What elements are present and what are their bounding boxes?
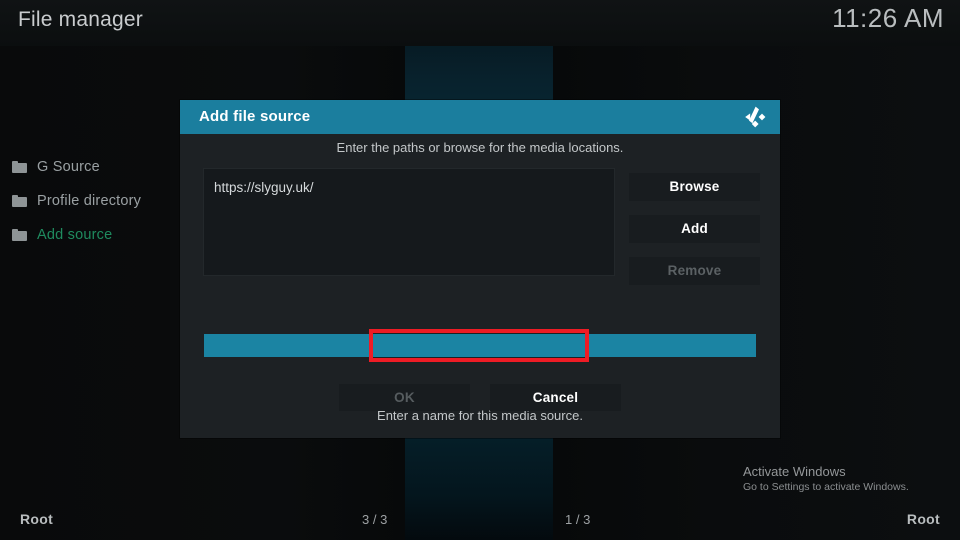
status-left-count: 3 / 3 [362,512,388,527]
paths-hint-label: Enter the paths or browse for the media … [336,140,624,155]
folder-icon [12,161,27,173]
dialog-action-buttons: OK Cancel [180,384,780,411]
status-left-path: Root [20,511,54,527]
ok-button: OK [339,384,470,411]
remove-button: Remove [629,257,760,285]
app-header: File manager 11:26 AM [0,0,960,46]
list-item-label: G Source [37,159,100,175]
dialog-title: Add file source [199,108,311,125]
kodi-file-manager-screen: File manager 11:26 AM G Source Profile d… [0,0,960,540]
list-item-label: Profile directory [37,193,142,209]
watermark-title: Activate Windows [743,464,846,479]
add-file-source-dialog: Add file source Enter the paths or brows… [180,100,780,438]
activate-windows-watermark: Activate Windows Go to Settings to activ… [743,464,943,493]
path-action-buttons: Browse Add Remove [629,173,760,299]
status-right-count: 1 / 3 [565,512,591,527]
list-item-label: Add source [37,227,113,243]
paths-listbox[interactable]: https://slyguy.uk/ [203,168,615,276]
kodi-logo-icon [742,105,768,129]
list-item-g-source[interactable]: G Source [0,150,190,184]
file-list: G Source Profile directory Add source [0,150,190,252]
cancel-button[interactable]: Cancel [490,384,621,411]
status-bar: Root 3 / 3 1 / 3 Root [0,504,960,540]
dialog-titlebar: Add file source [180,100,780,134]
path-list-item[interactable]: https://slyguy.uk/ [204,169,614,195]
list-item-profile-directory[interactable]: Profile directory [0,184,190,218]
clock: 11:26 AM [832,3,944,33]
page-title: File manager [18,8,143,31]
folder-icon [12,195,27,207]
folder-icon [12,229,27,241]
annotation-highlight-rect [369,329,589,362]
watermark-subtitle: Go to Settings to activate Windows. [743,481,909,493]
list-item-add-source[interactable]: Add source [0,218,190,252]
status-right-path: Root [906,511,940,527]
add-button[interactable]: Add [629,215,760,243]
browse-button[interactable]: Browse [629,173,760,201]
